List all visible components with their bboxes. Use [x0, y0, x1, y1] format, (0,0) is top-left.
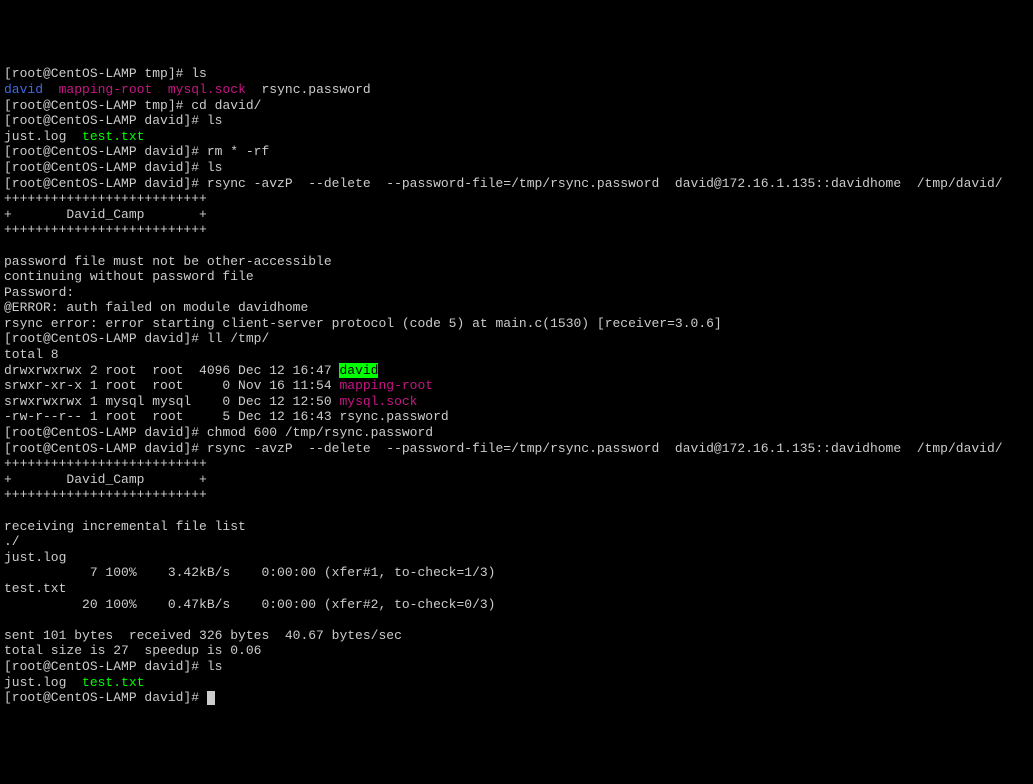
ls-output: just.log test.txt: [4, 675, 144, 690]
prompt-line: [root@CentOS-LAMP david]# ls: [4, 113, 222, 128]
rsync-progress: 7 100% 3.42kB/s 0:00:00 (xfer#1, to-chec…: [4, 565, 495, 580]
prompt: [root@CentOS-LAMP david]#: [4, 160, 207, 175]
error-line: rsync error: error starting client-serve…: [4, 316, 722, 331]
banner-line: + David_Camp +: [4, 472, 207, 487]
terminal[interactable]: [root@CentOS-LAMP tmp]# ls david mapping…: [4, 66, 1029, 705]
prompt: [root@CentOS-LAMP david]#: [4, 113, 207, 128]
password-prompt: Password:: [4, 285, 74, 300]
prompt-line: [root@CentOS-LAMP david]#: [4, 690, 215, 705]
socket-mysql: mysql.sock: [168, 82, 246, 97]
prompt-line: [root@CentOS-LAMP tmp]# ls: [4, 66, 207, 81]
ls-output: david mapping-root mysql.sock rsync.pass…: [4, 82, 371, 97]
rsync-summary: total size is 27 speedup is 0.06: [4, 643, 261, 658]
file-rsync-password: rsync.password: [261, 82, 370, 97]
ll-total: total 8: [4, 347, 59, 362]
socket-mapping-root: mapping-root: [59, 82, 153, 97]
banner-line: ++++++++++++++++++++++++++: [4, 191, 207, 206]
ls-output: just.log test.txt: [4, 129, 144, 144]
cursor-icon: [207, 691, 215, 705]
prompt-line: [root@CentOS-LAMP david]# ls: [4, 659, 222, 674]
command: rm * -rf: [207, 144, 269, 159]
command: rsync -avzP --delete --password-file=/tm…: [207, 176, 1003, 191]
file-just-log: just.log: [4, 675, 66, 690]
file-test-txt: test.txt: [82, 129, 144, 144]
banner-line: ++++++++++++++++++++++++++: [4, 487, 207, 502]
prompt-line: [root@CentOS-LAMP tmp]# cd david/: [4, 98, 261, 113]
command: ls: [207, 113, 223, 128]
prompt: [root@CentOS-LAMP david]#: [4, 441, 207, 456]
ll-row: srwxr-xr-x 1 root root 0 Nov 16 11:54 ma…: [4, 378, 433, 393]
banner-line: ++++++++++++++++++++++++++: [4, 222, 207, 237]
command: chmod 600 /tmp/rsync.password: [207, 425, 433, 440]
prompt-line: [root@CentOS-LAMP david]# ll /tmp/: [4, 331, 269, 346]
prompt-line: [root@CentOS-LAMP david]# rsync -avzP --…: [4, 176, 1003, 191]
prompt-line: [root@CentOS-LAMP david]# ls: [4, 160, 222, 175]
prompt-line: [root@CentOS-LAMP david]# rm * -rf: [4, 144, 269, 159]
rsync-file: test.txt: [4, 581, 66, 596]
file-test-txt: test.txt: [82, 675, 144, 690]
dir-david-highlighted: david: [339, 363, 378, 378]
prompt: [root@CentOS-LAMP tmp]#: [4, 66, 191, 81]
command: ls: [207, 659, 223, 674]
blank-line: [4, 238, 12, 253]
prompt: [root@CentOS-LAMP david]#: [4, 176, 207, 191]
prompt-line: [root@CentOS-LAMP david]# chmod 600 /tmp…: [4, 425, 433, 440]
rsync-summary: sent 101 bytes received 326 bytes 40.67 …: [4, 628, 402, 643]
command: cd david/: [191, 98, 261, 113]
command: ls: [207, 160, 223, 175]
blank-line: [4, 612, 12, 627]
file-just-log: just.log: [4, 129, 66, 144]
prompt: [root@CentOS-LAMP david]#: [4, 425, 207, 440]
rsync-output: receiving incremental file list: [4, 519, 246, 534]
prompt: [root@CentOS-LAMP david]#: [4, 144, 207, 159]
error-line: password file must not be other-accessib…: [4, 254, 332, 269]
ll-row: srwxrwxrwx 1 mysql mysql 0 Dec 12 12:50 …: [4, 394, 417, 409]
error-line: @ERROR: auth failed on module davidhome: [4, 300, 308, 315]
ll-row: drwxrwxrwx 2 root root 4096 Dec 12 16:47…: [4, 363, 378, 378]
dir-david: david: [4, 82, 43, 97]
prompt: [root@CentOS-LAMP tmp]#: [4, 98, 191, 113]
banner-line: ++++++++++++++++++++++++++: [4, 456, 207, 471]
prompt: [root@CentOS-LAMP david]#: [4, 659, 207, 674]
prompt-line: [root@CentOS-LAMP david]# rsync -avzP --…: [4, 441, 1003, 456]
ll-row: -rw-r--r-- 1 root root 5 Dec 12 16:43 rs…: [4, 409, 449, 424]
rsync-output: ./: [4, 534, 20, 549]
socket-mysql: mysql.sock: [339, 394, 417, 409]
command: ls: [191, 66, 207, 81]
rsync-progress: 20 100% 0.47kB/s 0:00:00 (xfer#2, to-che…: [4, 597, 495, 612]
banner-line: + David_Camp +: [4, 207, 207, 222]
prompt: [root@CentOS-LAMP david]#: [4, 331, 207, 346]
prompt: [root@CentOS-LAMP david]#: [4, 690, 207, 705]
command: ll /tmp/: [207, 331, 269, 346]
rsync-file: just.log: [4, 550, 66, 565]
blank-line: [4, 503, 12, 518]
error-line: continuing without password file: [4, 269, 254, 284]
socket-mapping-root: mapping-root: [339, 378, 433, 393]
command: rsync -avzP --delete --password-file=/tm…: [207, 441, 1003, 456]
